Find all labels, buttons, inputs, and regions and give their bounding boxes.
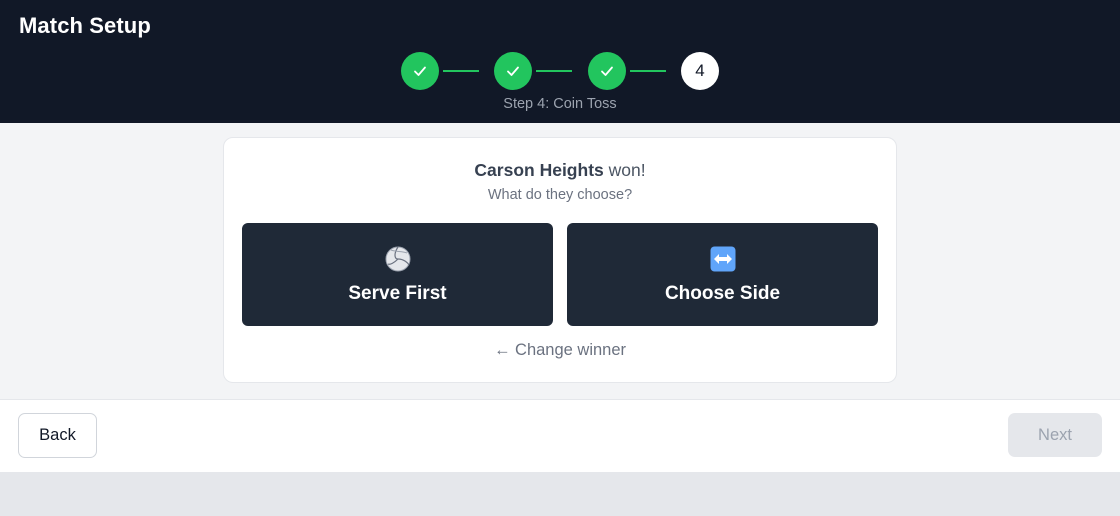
volleyball-icon <box>385 245 411 273</box>
step-connector <box>536 70 572 72</box>
choose-side-label: Choose Side <box>664 283 781 304</box>
back-button[interactable]: Back <box>18 413 97 458</box>
check-icon <box>601 66 613 76</box>
coin-toss-card: Carson Heights won! What do they choose?… <box>223 137 897 383</box>
step-2-complete <box>494 52 532 90</box>
serve-first-label: Serve First <box>348 283 447 304</box>
check-icon <box>507 66 519 76</box>
winner-team-name: Carson Heights <box>474 160 604 180</box>
step-connector <box>630 70 666 72</box>
step-1-complete <box>401 52 439 90</box>
step-3-complete <box>588 52 626 90</box>
footer-bar: Back Next <box>0 399 1120 472</box>
change-winner-link[interactable]: ← Change winner <box>224 341 896 360</box>
winner-message: Carson Heights won! <box>224 160 896 181</box>
check-icon <box>414 66 426 76</box>
serve-first-button[interactable]: Serve First <box>242 223 553 326</box>
step-connector <box>443 70 479 72</box>
page-title: Match Setup <box>19 13 151 38</box>
header-bar: Match Setup 4 Step 4: Coin Toss <box>0 0 1120 123</box>
choice-question: What do they choose? <box>487 187 633 203</box>
step-4-current: 4 <box>681 52 719 90</box>
step-caption: Step 4: Coin Toss <box>503 96 617 112</box>
next-button[interactable]: Next <box>1008 413 1102 457</box>
left-right-arrow-icon <box>710 245 736 273</box>
choose-side-button[interactable]: Choose Side <box>567 223 878 326</box>
winner-suffix: won! <box>603 160 646 180</box>
